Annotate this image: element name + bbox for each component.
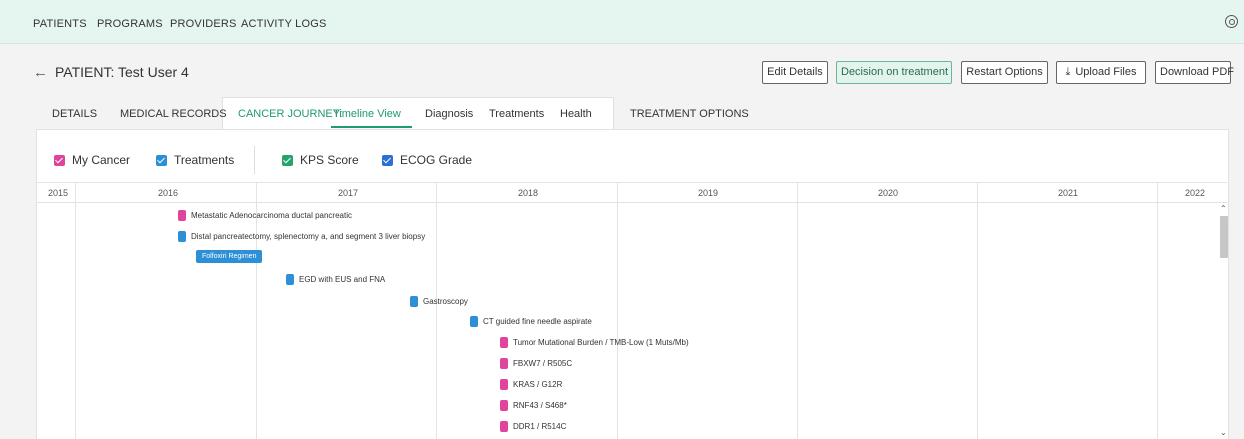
- timeline-event-treatment[interactable]: CT guided fine needle aspirate: [470, 316, 592, 327]
- tab-treatment-options[interactable]: TREATMENT OPTIONS: [630, 108, 749, 120]
- year-label: 2016: [158, 188, 179, 198]
- cancer-marker-icon: [500, 337, 508, 348]
- cancer-marker-icon: [178, 210, 186, 221]
- tab-treatments[interactable]: Treatments: [489, 108, 544, 120]
- decision-on-treatment-button[interactable]: Decision on treatment: [836, 61, 952, 84]
- treatment-marker-icon: [410, 296, 418, 307]
- cancer-marker-icon: [500, 421, 508, 432]
- active-tab-indicator: [331, 126, 412, 128]
- edit-details-button[interactable]: Edit Details: [762, 61, 828, 84]
- cancer-marker-icon: [500, 358, 508, 369]
- event-label: Tumor Mutational Burden / TMB-Low (1 Mut…: [513, 338, 689, 347]
- tab-health[interactable]: Health: [560, 108, 592, 120]
- legend-ecog-grade[interactable]: ECOG Grade: [382, 153, 472, 167]
- event-label: EGD with EUS and FNA: [299, 275, 386, 284]
- timeline-panel: [36, 129, 1229, 439]
- tab-cancer-journey[interactable]: CANCER JOURNEY:: [238, 108, 343, 120]
- restart-options-button[interactable]: Restart Options: [961, 61, 1048, 84]
- arrow-left-icon[interactable]: ←: [33, 64, 48, 81]
- checkbox-icon: [382, 154, 393, 166]
- timeline-event-cancer[interactable]: KRAS / G12R: [500, 379, 562, 390]
- nav-activity-logs[interactable]: ACTIVITY LOGS: [241, 18, 327, 30]
- regimen-bar[interactable]: Folfoxiri Regimen: [196, 250, 263, 263]
- top-navigation: PATIENTS PROGRAMS PROVIDERS ACTIVITY LOG…: [0, 0, 1244, 44]
- legend-label: My Cancer: [72, 153, 131, 167]
- download-pdf-button[interactable]: Download PDF: [1155, 61, 1234, 84]
- year-gridline: [436, 182, 437, 439]
- checkbox-icon: [282, 154, 293, 166]
- treatment-marker-icon: [286, 274, 294, 285]
- page-title: PATIENT: Test User 4: [55, 64, 189, 80]
- event-label: FBXW7 / R505C: [513, 359, 573, 368]
- year-label: 2020: [878, 188, 899, 198]
- upload-files-label: Upload Files: [1075, 66, 1137, 78]
- timeline-event-treatment[interactable]: Distal pancreatectomy, splenectomy a, an…: [178, 231, 425, 242]
- timeline-event-treatment[interactable]: Gastroscopy: [410, 296, 468, 307]
- year-gridline: [617, 182, 618, 439]
- year-gridline: [1157, 182, 1158, 439]
- year-axis: [37, 182, 1227, 203]
- year-label: 2021: [1058, 188, 1079, 198]
- tab-details[interactable]: DETAILS: [52, 108, 97, 120]
- event-label: Metastatic Adenocarcinoma ductal pancrea…: [191, 211, 352, 220]
- timeline-event-cancer[interactable]: Tumor Mutational Burden / TMB-Low (1 Mut…: [500, 337, 689, 348]
- year-gridline: [75, 182, 76, 439]
- event-label: DDR1 / R514C: [513, 422, 567, 431]
- legend-my-cancer[interactable]: My Cancer: [54, 153, 130, 167]
- timeline-event-cancer[interactable]: DDR1 / R514C: [500, 421, 566, 432]
- year-label: 2018: [518, 188, 539, 198]
- year-gridline: [977, 182, 978, 439]
- event-label: Gastroscopy: [423, 297, 468, 306]
- settings-icon[interactable]: [1225, 15, 1238, 28]
- checkbox-icon: [156, 154, 167, 166]
- timeline-event-cancer[interactable]: Metastatic Adenocarcinoma ductal pancrea…: [178, 210, 352, 221]
- chevron-up-icon[interactable]: ⌃: [1220, 204, 1227, 213]
- nav-programs[interactable]: PROGRAMS: [97, 18, 163, 30]
- cancer-marker-icon: [500, 400, 508, 411]
- legend-label: Treatments: [174, 153, 235, 167]
- tab-diagnosis[interactable]: Diagnosis: [425, 108, 473, 120]
- chevron-down-icon[interactable]: ⌄: [1220, 428, 1227, 437]
- legend-label: KPS Score: [300, 153, 359, 167]
- event-label: Distal pancreatectomy, splenectomy a, an…: [191, 232, 426, 241]
- legend-label: ECOG Grade: [400, 153, 473, 167]
- year-label: 2017: [338, 188, 359, 198]
- upload-files-button[interactable]: ⤓ Upload Files: [1056, 61, 1146, 84]
- event-label: CT guided fine needle aspirate: [483, 317, 592, 326]
- tab-timeline-view[interactable]: Timeline View: [333, 108, 401, 120]
- year-gridline: [797, 182, 798, 439]
- scrollbar-thumb[interactable]: [1220, 216, 1228, 258]
- upload-icon: ⤓: [1065, 66, 1071, 78]
- event-label: KRAS / G12R: [513, 380, 563, 389]
- nav-patients[interactable]: PATIENTS: [33, 18, 87, 30]
- timeline-event-treatment[interactable]: EGD with EUS and FNA: [286, 274, 385, 285]
- legend-divider: [254, 146, 255, 174]
- treatment-marker-icon: [470, 316, 478, 327]
- year-label: 2015: [48, 188, 69, 198]
- year-label: 2022: [1185, 188, 1206, 198]
- event-label: RNF43 / S468*: [513, 401, 567, 410]
- timeline-event-cancer[interactable]: FBXW7 / R505C: [500, 358, 572, 369]
- checkbox-icon: [54, 154, 65, 166]
- year-label: 2019: [698, 188, 719, 198]
- legend-treatments[interactable]: Treatments: [156, 153, 234, 167]
- legend-kps-score[interactable]: KPS Score: [282, 153, 359, 167]
- tab-medical-records[interactable]: MEDICAL RECORDS: [120, 108, 227, 120]
- cancer-marker-icon: [500, 379, 508, 390]
- timeline-event-cancer[interactable]: RNF43 / S468*: [500, 400, 567, 411]
- nav-providers[interactable]: PROVIDERS: [170, 18, 237, 30]
- treatment-marker-icon: [178, 231, 186, 242]
